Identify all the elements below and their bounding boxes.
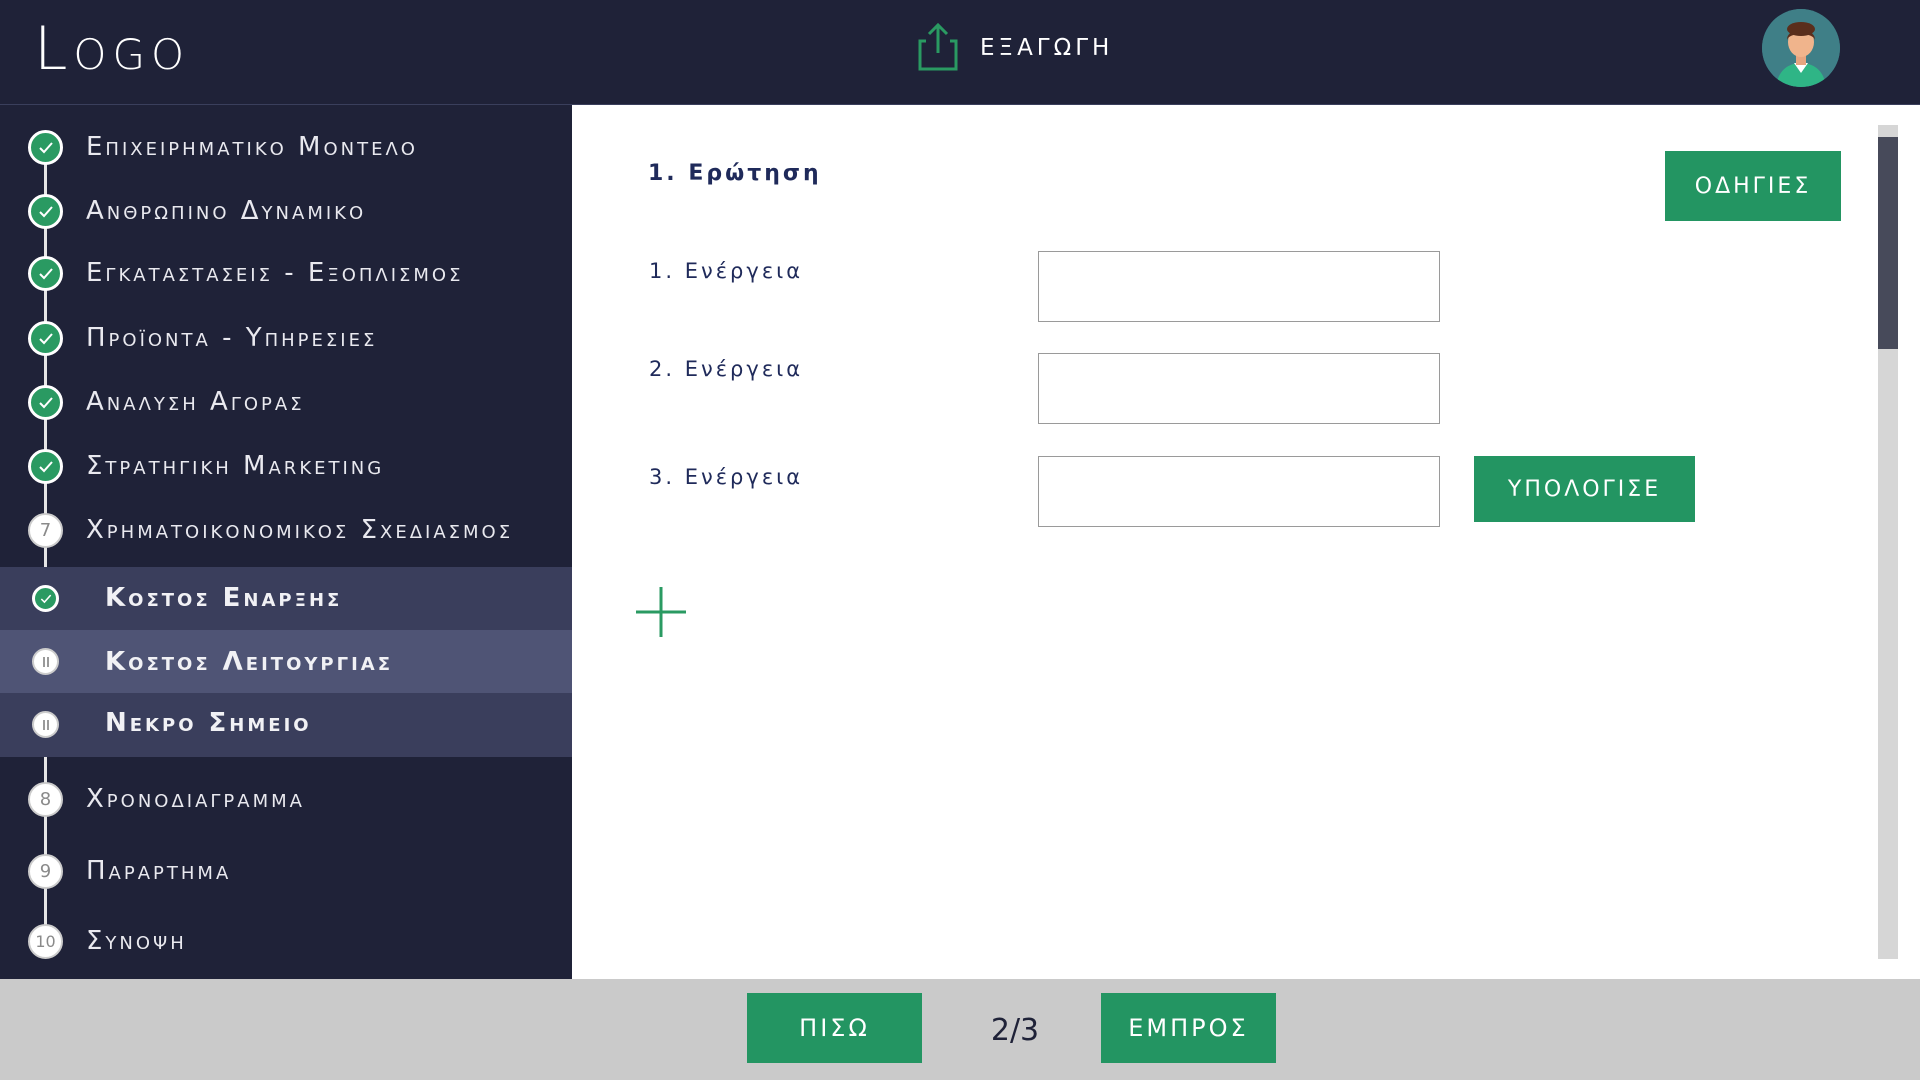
sidebar-item-label: Αναλυση Αγορας [86, 387, 305, 417]
scrollbar-thumb[interactable] [1878, 137, 1898, 349]
action-label-3: 3. Ενέργεια [649, 465, 804, 489]
sidebar-item-marketing-strategy[interactable]: Στρατηγικη Marketing [0, 435, 572, 499]
footer-bar: ΠΙΣΩ 2/3 ΕΜΠΡΟΣ [0, 979, 1920, 1080]
sidebar-item-products-services[interactable]: Προϊοντα - Υπηρεσιες [0, 307, 572, 371]
sidebar-item-label: Χρηματοικονομικος Σχεδιασμος [86, 515, 514, 545]
action-input-3[interactable] [1038, 456, 1440, 527]
export-label: ΕΞΑΓΩΓΗ [980, 35, 1114, 61]
sidebar-item-label: Χρονοδιαγραμμα [86, 784, 305, 814]
sidebar: Επιχειρηματικο Μοντελο Ανθρωπινο Δυναμικ… [0, 105, 572, 979]
sidebar-item-facilities[interactable]: Εγκαταστασεις - Εξοπλισμος [0, 242, 572, 306]
sidebar-item-label: Ανθρωπινο Δυναμικο [86, 196, 367, 226]
check-icon [28, 449, 63, 484]
sidebar-subitem-operating-cost[interactable]: Κοστος Λειτουργιας [0, 630, 572, 694]
step-number: 10 [28, 924, 63, 959]
forward-button[interactable]: ΕΜΠΡΟΣ [1101, 993, 1276, 1063]
sidebar-item-label: Κοστος Λειτουργιας [105, 647, 393, 677]
check-icon [28, 385, 63, 420]
sidebar-item-label: Επιχειρηματικο Μοντελο [86, 132, 418, 162]
back-button[interactable]: ΠΙΣΩ [747, 993, 922, 1063]
calculate-button[interactable]: ΥΠΟΛΟΓΙΣΕ [1474, 456, 1695, 522]
check-icon [32, 585, 59, 612]
instructions-button[interactable]: ΟΔΗΓΙΕΣ [1665, 151, 1841, 221]
top-bar: Logo ΕΞΑΓΩΓΗ [0, 0, 1920, 105]
action-input-2[interactable] [1038, 353, 1440, 424]
step-number: 8 [28, 782, 63, 817]
check-icon [28, 194, 63, 229]
action-label-2: 2. Ενέργεια [649, 357, 804, 381]
sidebar-item-label: Στρατηγικη Marketing [86, 451, 385, 481]
pause-icon [32, 648, 59, 675]
sidebar-item-market-analysis[interactable]: Αναλυση Αγορας [0, 371, 572, 435]
sidebar-item-label: Προϊοντα - Υπηρεσιες [86, 323, 378, 353]
user-avatar-icon[interactable] [1762, 9, 1840, 87]
sidebar-subitem-startup-cost[interactable]: Κοστος Εναρξης [0, 567, 572, 631]
logo: Logo [34, 14, 191, 84]
sidebar-item-timeline[interactable]: 8 Χρονοδιαγραμμα [0, 773, 572, 837]
action-input-1[interactable] [1038, 251, 1440, 322]
check-icon [28, 256, 63, 291]
step-number: 7 [28, 513, 63, 548]
action-label-1: 1. Ενέργεια [649, 259, 804, 283]
step-number: 9 [28, 854, 63, 889]
sidebar-item-label: Κοστος Εναρξης [105, 583, 343, 613]
sidebar-item-human-resources[interactable]: Ανθρωπινο Δυναμικο [0, 180, 572, 244]
main-content: 1. Ερώτηση ΟΔΗΓΙΕΣ 1. Ενέργεια 2. Ενέργε… [572, 105, 1920, 979]
page-indicator: 2/3 [990, 1013, 1040, 1048]
check-icon [28, 321, 63, 356]
sidebar-item-label: Νεκρο Σημειο [105, 708, 312, 738]
check-icon [28, 130, 63, 165]
plus-icon[interactable] [634, 585, 688, 639]
sidebar-item-label: Συνοψη [86, 926, 187, 956]
scrollbar[interactable] [1878, 125, 1898, 959]
sidebar-subitem-break-even[interactable]: Νεκρο Σημειο [0, 693, 572, 757]
export-button[interactable]: ΕΞΑΓΩΓΗ [918, 20, 1113, 76]
question-title: 1. Ερώτηση [648, 161, 822, 186]
sidebar-item-business-model[interactable]: Επιχειρηματικο Μοντελο [0, 116, 572, 180]
sidebar-item-label: Παραρτημα [86, 856, 232, 886]
share-upload-icon [918, 21, 958, 75]
pause-icon [32, 711, 59, 738]
sidebar-item-financial-planning[interactable]: 7 Χρηματοικονομικος Σχεδιασμος [0, 498, 572, 562]
sidebar-item-summary[interactable]: 10 Συνοψη [0, 915, 572, 979]
sidebar-item-appendix[interactable]: 9 Παραρτημα [0, 845, 572, 909]
sidebar-item-label: Εγκαταστασεις - Εξοπλισμος [86, 258, 464, 288]
